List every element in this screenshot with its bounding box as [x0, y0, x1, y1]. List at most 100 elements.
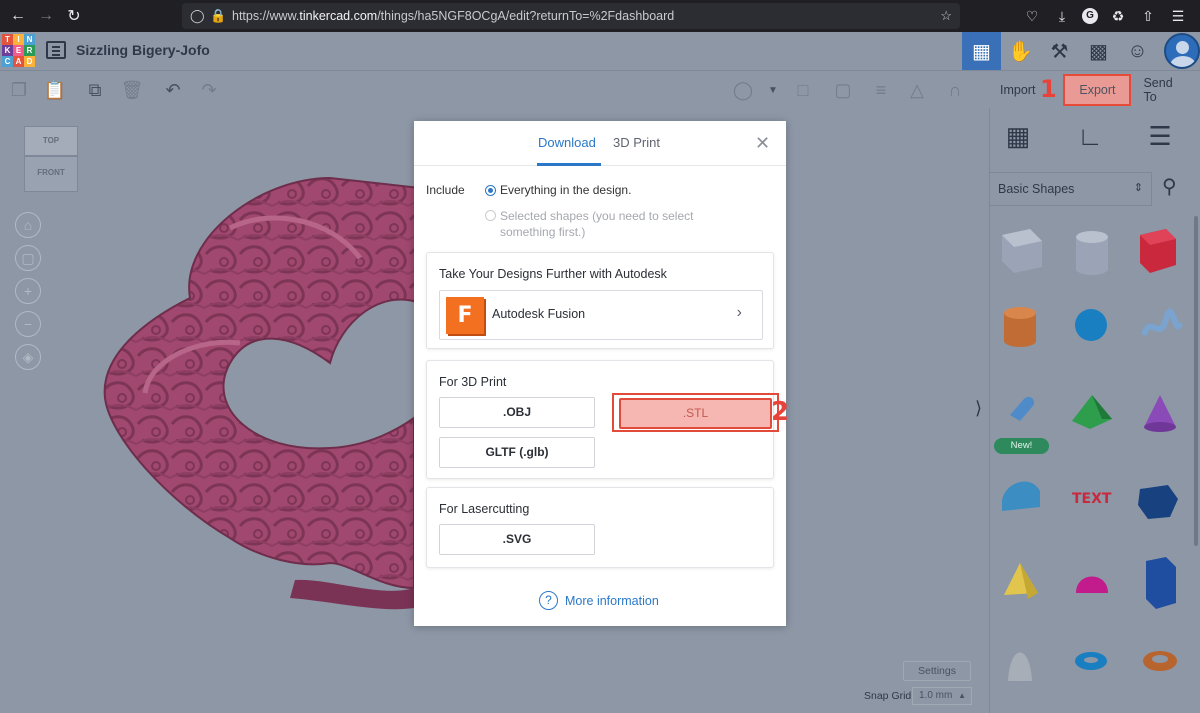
- half-sphere-shape[interactable]: [1076, 576, 1108, 594]
- ruler-icon[interactable]: ∟: [1072, 118, 1108, 154]
- settings-button[interactable]: Settings: [903, 661, 971, 681]
- design-title[interactable]: Sizzling Bigery-Jofo: [76, 42, 210, 58]
- pen-tool-shape[interactable]: [1010, 396, 1035, 421]
- workplane-grid-icon[interactable]: ▦: [1000, 118, 1036, 154]
- add-user-icon[interactable]: ☺: [1118, 32, 1157, 70]
- svg-button[interactable]: .SVG: [439, 524, 595, 555]
- cylinder-shape[interactable]: [1004, 307, 1036, 347]
- home-view-icon[interactable]: ⌂: [15, 212, 41, 238]
- redo-icon[interactable]: ↷: [198, 79, 220, 101]
- share-icon[interactable]: ⇧: [1138, 8, 1158, 25]
- torus-shape[interactable]: [1075, 652, 1107, 670]
- half-cylinder-shape[interactable]: [1002, 481, 1040, 511]
- logo-letter: K: [2, 45, 13, 56]
- download-icon[interactable]: ⤓: [1052, 8, 1072, 25]
- ungroup-icon[interactable]: ▢: [832, 79, 854, 101]
- close-icon[interactable]: ✕: [755, 133, 770, 154]
- obj-button[interactable]: .OBJ: [439, 397, 595, 428]
- app-menu-icon[interactable]: ☰: [1168, 8, 1188, 25]
- tube-shape[interactable]: [1143, 651, 1177, 671]
- tab-download[interactable]: Download: [538, 135, 596, 150]
- design-list-icon[interactable]: [46, 41, 66, 59]
- autodesk-fusion-link[interactable]: F Autodesk Fusion ›: [439, 290, 763, 340]
- cone-shape[interactable]: [1144, 395, 1176, 432]
- stl-button[interactable]: .STL: [619, 398, 772, 429]
- url-text: https://www.tinkercad.com/things/ha5NGF8…: [232, 9, 675, 23]
- logo-letter: R: [24, 45, 35, 56]
- roof-shape[interactable]: [1072, 395, 1112, 429]
- magnet-icon[interactable]: ∩: [944, 79, 966, 101]
- import-button[interactable]: Import: [988, 74, 1047, 106]
- box-shape[interactable]: [1140, 229, 1176, 273]
- dropdown-caret-icon[interactable]: ▼: [762, 79, 784, 101]
- snap-grid-select[interactable]: 1.0 mm ▲: [912, 687, 972, 705]
- polygon-shape[interactable]: [1138, 485, 1178, 519]
- cylinder-striped-shape[interactable]: [1076, 231, 1108, 275]
- scrollbar[interactable]: [1194, 216, 1198, 546]
- help-question-icon: ?: [539, 591, 558, 610]
- paste-icon[interactable]: 📋: [44, 79, 66, 101]
- view-cube-front[interactable]: FRONT: [24, 156, 78, 192]
- scribble-shape[interactable]: [1141, 308, 1183, 337]
- box-striped-shape[interactable]: [1002, 229, 1042, 273]
- group-icon[interactable]: □: [792, 79, 814, 101]
- forward-arrow-icon[interactable]: →: [32, 2, 60, 30]
- bookmark-star-icon[interactable]: ☆: [940, 8, 952, 24]
- paraboloid-shape[interactable]: [1008, 652, 1032, 682]
- hexagonal-prism-shape[interactable]: [1146, 557, 1176, 609]
- sphere-shape[interactable]: [1075, 309, 1107, 341]
- profile-avatar[interactable]: G: [1082, 8, 1098, 24]
- zoom-in-icon[interactable]: +: [15, 278, 41, 304]
- export-button[interactable]: Export: [1063, 74, 1132, 106]
- mirror-icon[interactable]: △: [906, 79, 928, 101]
- tinkercad-logo[interactable]: T I N K E R C A D: [2, 34, 36, 68]
- delete-icon[interactable]: 🗑: [121, 79, 144, 101]
- orthographic-icon[interactable]: ◈: [15, 344, 41, 370]
- autodesk-card: Take Your Designs Further with Autodesk …: [426, 252, 774, 349]
- chevron-right-icon[interactable]: ⟩: [975, 398, 982, 419]
- extensions-icon[interactable]: ♻: [1108, 8, 1128, 25]
- text-shape[interactable]: TEXT: [1072, 491, 1112, 507]
- pocket-icon[interactable]: ♡: [1022, 8, 1042, 25]
- tab-3d-print[interactable]: 3D Print: [613, 135, 660, 150]
- sim-pickaxe-icon[interactable]: ⚒: [1040, 32, 1079, 70]
- send-to-button[interactable]: Send To: [1131, 74, 1200, 106]
- address-bar[interactable]: ◯ 🔒 https://www.tinkercad.com/things/ha5…: [182, 3, 960, 29]
- codeblocks-hand-icon[interactable]: ✋: [1001, 32, 1040, 70]
- logo-letter: E: [13, 45, 24, 56]
- reload-icon[interactable]: ↻: [60, 2, 88, 30]
- align-icon[interactable]: ≡: [870, 79, 892, 101]
- light-bulb-icon[interactable]: ◯: [732, 79, 754, 101]
- radio-selected-shapes[interactable]: [485, 210, 496, 221]
- 3d-design-view-icon[interactable]: ▦: [962, 32, 1001, 70]
- radio-everything[interactable]: [485, 185, 496, 196]
- more-info-label: More information: [565, 593, 659, 608]
- option-selected-label[interactable]: Selected shapes (you need to select some…: [500, 208, 710, 240]
- lasercutting-card: For Lasercutting .SVG: [426, 487, 774, 568]
- undo-icon[interactable]: ↶: [162, 79, 184, 101]
- shape-category-select[interactable]: Basic Shapes ⇕: [990, 172, 1152, 206]
- snap-grid-label: Snap Grid: [864, 690, 912, 702]
- zoom-out-icon[interactable]: −: [15, 311, 41, 337]
- user-avatar[interactable]: [1164, 33, 1200, 69]
- view-cube-top[interactable]: TOP: [24, 126, 78, 156]
- browser-toolbar: ← → ↻ ◯ 🔒 https://www.tinkercad.com/thin…: [0, 0, 1200, 32]
- search-icon[interactable]: ⚲: [1162, 174, 1177, 199]
- notes-icon[interactable]: ☰: [1142, 118, 1178, 154]
- pyramid-shape[interactable]: [1004, 563, 1038, 599]
- gltf-button[interactable]: GLTF (.glb): [439, 437, 595, 468]
- fusion-logo-icon: F: [446, 297, 484, 334]
- option-everything-label[interactable]: Everything in the design.: [500, 183, 631, 197]
- duplicate-icon[interactable]: ⧉: [84, 79, 106, 101]
- more-information-link[interactable]: ? More information: [539, 591, 659, 610]
- shapes-panel: ▦ ∟ ☰ Basic Shapes ⇕ ⚲ TEXT: [989, 108, 1200, 713]
- select-arrows-icon: ⇕: [1133, 182, 1143, 194]
- 3d-print-card: For 3D Print .OBJ .STL GLTF (.glb): [426, 360, 779, 479]
- copy-icon[interactable]: ❐: [8, 79, 30, 101]
- export-tabs: Download 3D Print ✕: [414, 121, 786, 166]
- back-arrow-icon[interactable]: ←: [4, 2, 32, 30]
- shape-grid: TEXT: [1002, 229, 1183, 682]
- bricks-icon[interactable]: ▩: [1079, 32, 1118, 70]
- fit-all-icon[interactable]: ▢: [15, 245, 41, 271]
- view-cube[interactable]: TOP FRONT: [24, 126, 78, 192]
